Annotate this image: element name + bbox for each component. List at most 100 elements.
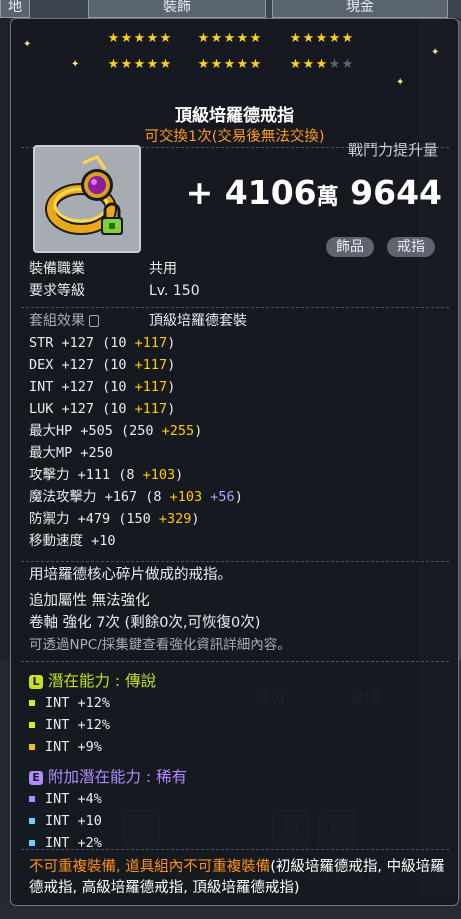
potential-text: INT +12% xyxy=(45,717,111,733)
bullet-icon xyxy=(29,818,35,824)
stat-close: ) xyxy=(194,423,203,439)
sparkle-icon: ✦ xyxy=(396,77,405,88)
extra-attribute: 追加屬性 無法強化 xyxy=(29,593,150,609)
divider xyxy=(21,307,449,308)
star-icon: ★ xyxy=(341,31,354,46)
stat-extra: +56 xyxy=(202,489,235,505)
stat-row: DEX +127 (10 +117) xyxy=(29,355,175,375)
item-tooltip: ✦ ✦ ✦ ✦ ★★★★★ ★★★★★ ★★★★★ ★★★★★ ★★★★★ ★★★★★ … xyxy=(10,18,459,906)
stat-row: 魔法攻擊力 +167 (8 +103 +56) xyxy=(29,487,243,507)
legendary-badge-icon: L xyxy=(29,674,43,689)
stat-close: ) xyxy=(167,401,176,417)
star-icon: ★ xyxy=(315,57,328,72)
stat-name: DEX xyxy=(29,357,54,373)
potential-header: L 潛在能力 : 傳說 xyxy=(29,669,156,691)
stat-total: +250 xyxy=(72,445,113,461)
stat-row: LUK +127 (10 +117) xyxy=(29,399,175,419)
item-description: 用培羅德核心碎片做成的戒指。 xyxy=(29,567,232,583)
stat-name: 攻擊力 xyxy=(29,467,70,483)
stat-name: INT xyxy=(29,379,54,395)
stat-row: INT +127 (10 +117) xyxy=(29,377,175,397)
stat-base: (10 xyxy=(94,357,127,373)
star-icon: ★ xyxy=(302,57,315,72)
stat-total: +127 xyxy=(53,379,95,395)
category-badge-accessory: 飾品 xyxy=(326,237,374,257)
stat-row: 最大HP +505 (250 +255) xyxy=(29,421,202,441)
stat-total: +505 xyxy=(72,423,113,439)
stat-total: +127 xyxy=(53,335,95,351)
stat-bonus: +117 xyxy=(126,357,168,373)
stat-name: STR xyxy=(29,335,54,351)
item-icon-frame xyxy=(33,145,141,253)
star-icon: ★ xyxy=(210,57,223,72)
stat-close: ) xyxy=(191,511,200,527)
stat-bonus: +117 xyxy=(126,335,168,351)
category-badge-ring: 戒指 xyxy=(387,237,435,257)
stat-bonus: +329 xyxy=(150,511,192,527)
potential-text: INT +10 xyxy=(45,813,102,829)
stat-total: +127 xyxy=(53,401,95,417)
star-icon: ★ xyxy=(146,57,159,72)
star-icon: ★ xyxy=(197,57,210,72)
star-icon: ★ xyxy=(159,57,172,72)
tab-left[interactable]: 地 xyxy=(0,0,30,18)
stat-row: STR +127 (10 +117) xyxy=(29,333,175,353)
stat-close: ) xyxy=(175,467,184,483)
equip-restriction-note: 不可重複裝備, 道具組內不可重複裝備(初級培羅德戒指, 中級培羅德戒指, 高級培… xyxy=(29,859,445,896)
stat-name: 魔法攻擊力 xyxy=(29,489,97,505)
divider xyxy=(21,561,449,562)
star-icon: ★ xyxy=(328,31,341,46)
stat-name: 最大HP xyxy=(29,423,73,439)
stat-total: +111 xyxy=(69,467,111,483)
potential-line: INT +10 xyxy=(29,811,102,831)
bullet-icon xyxy=(29,744,35,750)
stat-base: (8 xyxy=(137,489,162,505)
star-group: ★★★★★ xyxy=(289,31,354,46)
stat-close: ) xyxy=(167,335,176,351)
potential-line: INT +12% xyxy=(29,693,110,713)
empty-star-icon: ★ xyxy=(328,57,341,72)
star-group: ★★★★★ xyxy=(197,57,262,72)
scroll-info: 卷軸 強化 7次 (剩餘0次,可恢復0次) xyxy=(29,615,261,631)
star-icon: ★ xyxy=(302,31,315,46)
star-icon: ★ xyxy=(223,57,236,72)
combat-power-label: 戰鬥力提升量 xyxy=(347,141,438,159)
empty-star-icon: ★ xyxy=(341,57,354,72)
stat-row: 攻擊力 +111 (8 +103) xyxy=(29,465,183,485)
stat-close: ) xyxy=(167,379,176,395)
stat-close: ) xyxy=(167,357,176,373)
star-group: ★★★★★ xyxy=(197,31,262,46)
potential-line: INT +12% xyxy=(29,715,110,735)
tab-cash[interactable]: 現金 xyxy=(272,0,448,18)
star-icon: ★ xyxy=(159,31,172,46)
lock-icon xyxy=(89,315,99,327)
star-icon: ★ xyxy=(289,31,302,46)
star-icon: ★ xyxy=(249,31,262,46)
bullet-icon xyxy=(29,796,35,802)
star-icon: ★ xyxy=(133,31,146,46)
potential-line: INT +9% xyxy=(29,737,102,757)
star-icon: ★ xyxy=(133,57,146,72)
stat-bonus: +103 xyxy=(161,489,203,505)
stat-row: 移動速度 +10 xyxy=(29,531,116,551)
stat-name: LUK xyxy=(29,401,54,417)
stat-close: ) xyxy=(234,489,243,505)
star-icon: ★ xyxy=(120,57,133,72)
bullet-icon xyxy=(29,700,35,706)
potential-line: INT +4% xyxy=(29,789,102,809)
potential-text: INT +12% xyxy=(45,695,111,711)
star-icon: ★ xyxy=(236,31,249,46)
bullet-icon xyxy=(29,840,35,846)
tab-equip[interactable]: 裝飾 xyxy=(88,0,266,18)
bullet-icon xyxy=(29,722,35,728)
background-tab-bar: 地 裝飾 現金 xyxy=(0,0,461,18)
potential-text: INT +4% xyxy=(45,791,102,807)
star-group: ★★★★★ xyxy=(107,31,172,46)
item-title: 頂級培羅德戒指 xyxy=(175,106,294,126)
level-row: 要求等級 Lv. 150 xyxy=(29,283,200,299)
star-group: ★★★★★ xyxy=(107,57,172,72)
stat-base: (250 xyxy=(112,423,154,439)
star-icon: ★ xyxy=(197,31,210,46)
set-effect-row: 套組效果 頂級培羅德套裝 xyxy=(29,313,247,329)
stat-total: +167 xyxy=(96,489,138,505)
